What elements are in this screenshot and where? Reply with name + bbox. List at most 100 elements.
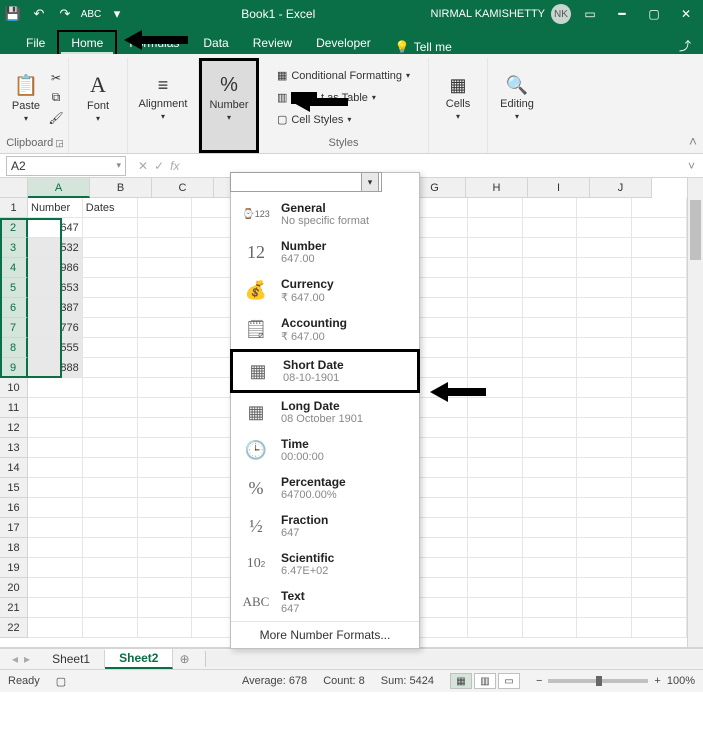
cell[interactable] (83, 458, 138, 478)
cell[interactable] (468, 498, 523, 518)
cell[interactable] (577, 338, 632, 358)
cell[interactable] (523, 538, 578, 558)
cell[interactable] (468, 478, 523, 498)
row-header[interactable]: 17 (0, 518, 28, 538)
cell[interactable] (523, 238, 578, 258)
cell[interactable] (468, 278, 523, 298)
tab-file[interactable]: File (14, 32, 57, 54)
zoom-in-button[interactable]: + (654, 675, 660, 687)
view-normal-button[interactable]: ▦ (450, 673, 472, 689)
cell[interactable] (523, 418, 578, 438)
cell[interactable] (468, 438, 523, 458)
row-header[interactable]: 15 (0, 478, 28, 498)
col-header-a[interactable]: A (28, 178, 90, 198)
cell[interactable] (138, 318, 193, 338)
view-page-break-button[interactable]: ▭ (498, 673, 520, 689)
cell[interactable] (138, 338, 193, 358)
cell[interactable] (138, 358, 193, 378)
cell[interactable] (468, 598, 523, 618)
alignment-group-button[interactable]: ≡ Alignment ▾ (132, 66, 194, 130)
maximize-icon[interactable]: ▢ (641, 4, 667, 24)
cell[interactable] (468, 558, 523, 578)
cell[interactable] (577, 298, 632, 318)
cell[interactable] (632, 438, 687, 458)
cell[interactable] (83, 498, 138, 518)
cell[interactable] (523, 298, 578, 318)
cell[interactable] (138, 538, 193, 558)
format-scientific[interactable]: 102 Scientific6.47E+02 (231, 545, 419, 583)
cell[interactable] (138, 498, 193, 518)
cell[interactable] (138, 278, 193, 298)
dialog-launcher-icon[interactable]: ◲ (55, 138, 64, 149)
cell[interactable] (28, 438, 83, 458)
row-header[interactable]: 13 (0, 438, 28, 458)
cell[interactable] (523, 278, 578, 298)
zoom-level[interactable]: 100% (667, 675, 695, 687)
cell[interactable] (28, 558, 83, 578)
cell[interactable] (83, 578, 138, 598)
cell[interactable] (83, 598, 138, 618)
cell[interactable] (577, 518, 632, 538)
cell[interactable] (577, 598, 632, 618)
cell[interactable] (138, 518, 193, 538)
cell[interactable] (138, 398, 193, 418)
cell[interactable] (468, 218, 523, 238)
cell[interactable] (83, 478, 138, 498)
sheet-tab-2[interactable]: Sheet2 (105, 649, 173, 669)
row-header[interactable]: 1 (0, 198, 28, 218)
row-header[interactable]: 19 (0, 558, 28, 578)
cell[interactable] (28, 458, 83, 478)
cell[interactable] (632, 398, 687, 418)
format-fraction[interactable]: ½ Fraction647 (231, 507, 419, 545)
cell[interactable] (138, 258, 193, 278)
minimize-icon[interactable]: ━ (609, 4, 635, 24)
cell[interactable] (468, 338, 523, 358)
cell[interactable] (413, 498, 468, 518)
cell[interactable]: Number (28, 198, 83, 218)
cut-icon[interactable]: ✂ (48, 70, 64, 86)
cell[interactable] (577, 558, 632, 578)
cell-styles-button[interactable]: ▢Cell Styles▾ (277, 110, 351, 130)
cell[interactable] (632, 338, 687, 358)
cell[interactable] (28, 478, 83, 498)
cell[interactable] (632, 578, 687, 598)
cell[interactable] (413, 238, 468, 258)
cell[interactable] (413, 598, 468, 618)
cell[interactable] (28, 498, 83, 518)
cell[interactable] (468, 458, 523, 478)
cell[interactable] (632, 258, 687, 278)
format-time[interactable]: 🕒 Time00:00:00 (231, 431, 419, 469)
cell[interactable] (138, 458, 193, 478)
editing-group-button[interactable]: 🔍 Editing ▾ (492, 66, 542, 130)
add-sheet-button[interactable]: ⊕ (173, 652, 195, 666)
row-header[interactable]: 3 (0, 238, 28, 258)
number-format-dropdown-button[interactable]: ▾ (361, 172, 379, 192)
row-header[interactable]: 10 (0, 378, 28, 398)
cells-group-button[interactable]: ▦ Cells ▾ (433, 66, 483, 130)
cell[interactable] (413, 518, 468, 538)
cell[interactable] (577, 578, 632, 598)
row-header[interactable]: 20 (0, 578, 28, 598)
sheet-nav-last-icon[interactable]: ▸ (24, 652, 30, 666)
cell[interactable] (523, 358, 578, 378)
cell[interactable] (83, 278, 138, 298)
undo-icon[interactable]: ↶ (30, 5, 48, 23)
cell[interactable] (523, 198, 578, 218)
cell[interactable] (523, 478, 578, 498)
cell[interactable] (83, 378, 138, 398)
cell[interactable] (577, 618, 632, 638)
close-icon[interactable]: ✕ (673, 4, 699, 24)
cell[interactable] (413, 558, 468, 578)
paste-button[interactable]: 📋 Paste ▾ (6, 73, 46, 123)
cell[interactable] (523, 398, 578, 418)
cell[interactable] (413, 198, 468, 218)
cell[interactable] (523, 218, 578, 238)
cell[interactable] (523, 318, 578, 338)
cell[interactable] (577, 378, 632, 398)
cell[interactable] (83, 218, 138, 238)
cell[interactable] (577, 498, 632, 518)
cell[interactable] (468, 258, 523, 278)
cell[interactable] (632, 358, 687, 378)
cell[interactable] (523, 258, 578, 278)
row-headers[interactable]: 12345678910111213141516171819202122 (0, 198, 28, 647)
